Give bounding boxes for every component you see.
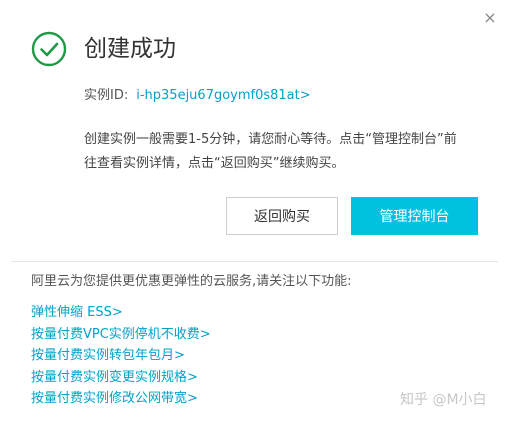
watermark: 知乎 @M小白 [400,392,487,408]
link-modify-bandwidth[interactable]: 按量付费实例修改公网带宽> [31,388,211,410]
management-console-button[interactable]: 管理控制台 [351,197,478,235]
check-circle-icon [31,31,67,67]
instance-id-row: 实例ID: i-hp35eju67goymf0s81at> [84,86,311,106]
dialog-title: 创建成功 [84,36,176,62]
link-convert-subscription[interactable]: 按量付费实例转包年包月> [31,345,211,367]
back-to-purchase-button[interactable]: 返回购买 [226,197,338,235]
instance-id-link[interactable]: i-hp35eju67goymf0s81at> [136,88,310,103]
link-ess[interactable]: 弹性伸缩 ESS> [31,302,211,324]
divider [11,261,498,262]
close-icon[interactable]: × [480,8,500,28]
promo-text: 阿里云为您提供更优惠更弹性的云服务,请关注以下功能: [31,274,352,289]
link-change-instance-spec[interactable]: 按量付费实例变更实例规格> [31,367,211,389]
feature-links: 弹性伸缩 ESS> 按量付费VPC实例停机不收费> 按量付费实例转包年包月> 按… [31,302,211,410]
instance-id-label: 实例ID: [84,88,129,103]
creation-description: 创建实例一般需要1-5分钟，请您耐心等待。点击“管理控制台”前往查看实例详情，点… [84,132,457,171]
success-dialog: × 创建成功 实例ID: i-hp35eju67goymf0s81at> 创建实例… [0,0,509,421]
link-vpc-stop-no-charge[interactable]: 按量付费VPC实例停机不收费> [31,324,211,346]
